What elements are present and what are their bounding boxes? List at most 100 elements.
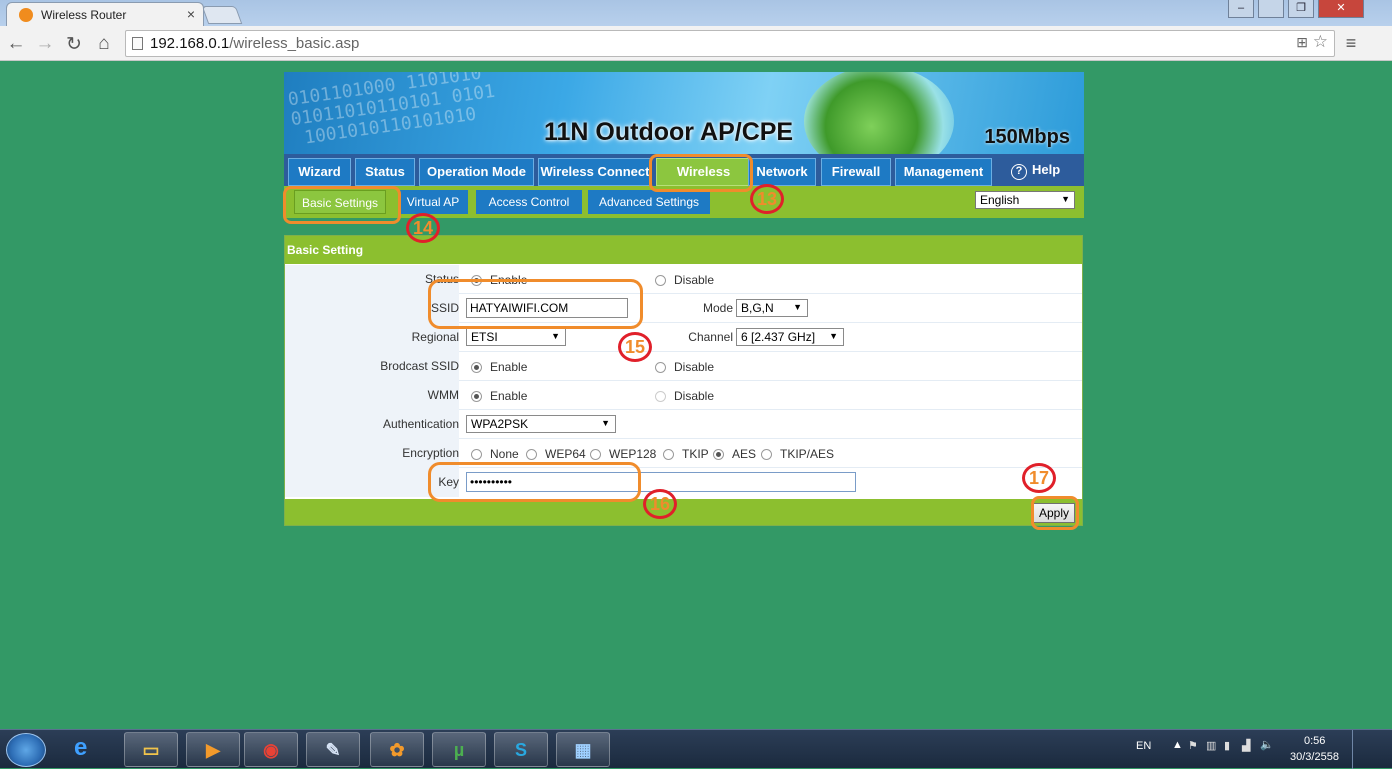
forward-arrow-icon[interactable]: → bbox=[34, 33, 56, 55]
skype-icon[interactable]: S bbox=[494, 732, 548, 767]
dropdown-arrow-icon: ▼ bbox=[601, 418, 610, 428]
language-indicator[interactable]: EN bbox=[1136, 740, 1151, 752]
flag-icon[interactable]: ⚑ bbox=[1188, 739, 1198, 752]
annotation-15: 15 bbox=[618, 332, 652, 362]
radio-icon[interactable] bbox=[663, 449, 674, 461]
translate-icon[interactable]: ⊞ bbox=[1296, 34, 1308, 51]
volume-icon[interactable]: 🔈 bbox=[1260, 738, 1274, 751]
globe-tree-image bbox=[804, 72, 954, 154]
internet-explorer-icon[interactable]: e bbox=[74, 734, 87, 762]
url-path: /wireless_basic.asp bbox=[229, 35, 360, 52]
tab-operation-mode[interactable]: Operation Mode bbox=[419, 158, 534, 186]
power-icon[interactable]: ▮ bbox=[1224, 739, 1230, 752]
subtab-virtual-ap[interactable]: Virtual AP bbox=[398, 190, 468, 214]
tab-network[interactable]: Network bbox=[748, 158, 816, 186]
chrome-icon[interactable]: ◉ bbox=[244, 732, 298, 767]
encryption-tkip-aes-option[interactable]: TKIP/AES bbox=[761, 447, 834, 461]
encryption-wep64-option[interactable]: WEP64 bbox=[526, 447, 586, 461]
start-button[interactable] bbox=[6, 733, 46, 767]
network-alert-icon[interactable]: ▟ bbox=[1242, 739, 1250, 752]
browser-tab[interactable]: Wireless Router × bbox=[6, 2, 204, 26]
wmm-label: WMM bbox=[285, 381, 459, 410]
clock-time[interactable]: 0:56 bbox=[1304, 735, 1325, 747]
option-label: Disable bbox=[674, 389, 715, 403]
radio-icon[interactable] bbox=[655, 275, 666, 287]
annotation-13: 13 bbox=[750, 184, 784, 214]
language-select[interactable]: English ▼ bbox=[975, 191, 1075, 209]
status-disable-option[interactable]: Disable bbox=[655, 273, 714, 287]
mode-select[interactable]: B,G,N ▼ bbox=[736, 299, 808, 317]
broadcast-disable-option[interactable]: Disable bbox=[655, 360, 714, 374]
reload-icon[interactable]: ↻ bbox=[63, 33, 85, 56]
dropdown-arrow-icon: ▼ bbox=[551, 331, 560, 341]
tray-expand-icon[interactable]: ▲ bbox=[1172, 739, 1183, 751]
tab-wireless-connect[interactable]: Wireless Connect bbox=[538, 158, 652, 186]
control-panel-icon[interactable]: ▦ bbox=[556, 732, 610, 767]
restore-button[interactable] bbox=[1258, 0, 1284, 18]
tab-close-icon[interactable]: × bbox=[187, 6, 195, 22]
back-arrow-icon[interactable]: ← bbox=[5, 33, 27, 55]
option-label: None bbox=[490, 447, 519, 461]
wmm-enable-option[interactable]: Enable bbox=[471, 389, 527, 403]
section-title: Basic Setting bbox=[285, 236, 1082, 264]
help-link[interactable]: ? Help bbox=[1011, 162, 1060, 180]
radio-icon[interactable] bbox=[590, 449, 601, 461]
encryption-wep128-option[interactable]: WEP128 bbox=[590, 447, 656, 461]
uc-browser-icon[interactable]: ✿ bbox=[370, 732, 424, 767]
tab-status[interactable]: Status bbox=[355, 158, 415, 186]
regional-select[interactable]: ETSI ▼ bbox=[466, 328, 566, 346]
radio-icon[interactable] bbox=[761, 449, 772, 461]
subtab-access-control[interactable]: Access Control bbox=[476, 190, 582, 214]
option-label: Enable bbox=[490, 360, 528, 374]
wmm-disable-option[interactable]: Disable bbox=[655, 389, 714, 403]
authentication-select[interactable]: WPA2PSK ▼ bbox=[466, 415, 616, 433]
radio-icon[interactable] bbox=[471, 449, 482, 461]
broadcast-ssid-label: Brodcast SSID bbox=[285, 352, 459, 381]
utorrent-icon[interactable]: µ bbox=[432, 732, 486, 767]
encryption-tkip-option[interactable]: TKIP bbox=[663, 447, 709, 461]
option-label: Disable bbox=[674, 360, 715, 374]
regional-value: ETSI bbox=[471, 330, 498, 344]
system-tray: EN ▲ ⚑ ▥ ▮ ▟ 🔈 0:56 30/3/2558 bbox=[1130, 730, 1392, 769]
product-title: 11N Outdoor AP/CPE bbox=[544, 118, 794, 146]
minimize-button[interactable]: – bbox=[1228, 0, 1254, 18]
bookmark-star-icon[interactable]: ☆ bbox=[1313, 32, 1328, 52]
binary-decoration: 0101101000 1101010 01011010110101 0101 1… bbox=[286, 72, 497, 151]
option-label: Enable bbox=[490, 389, 528, 403]
regional-row: Regional ETSI ▼ Channel 6 [2.437 GHz] ▼ bbox=[285, 323, 1082, 352]
media-player-icon[interactable]: ▶ bbox=[186, 732, 240, 767]
browser-title-bar: Wireless Router × – ❐ ✕ bbox=[0, 0, 1392, 26]
address-bar[interactable]: 192.168.0.1/wireless_basic.asp ⊞ ☆ bbox=[125, 30, 1335, 57]
file-explorer-icon[interactable]: ▭ bbox=[124, 732, 178, 767]
new-tab-button[interactable] bbox=[201, 6, 243, 24]
channel-select[interactable]: 6 [2.437 GHz] ▼ bbox=[736, 328, 844, 346]
broadcast-enable-option[interactable]: Enable bbox=[471, 360, 527, 374]
radio-icon[interactable] bbox=[471, 391, 482, 403]
option-label: TKIP bbox=[682, 447, 709, 461]
maximize-button[interactable]: ❐ bbox=[1288, 0, 1314, 18]
tab-firewall[interactable]: Firewall bbox=[821, 158, 891, 186]
highlight-wireless-tab bbox=[649, 154, 753, 192]
radio-icon[interactable] bbox=[655, 391, 666, 403]
tab-wizard[interactable]: Wizard bbox=[288, 158, 351, 186]
radio-icon[interactable] bbox=[526, 449, 537, 461]
encryption-aes-option[interactable]: AES bbox=[713, 447, 756, 461]
highlight-ssid bbox=[428, 279, 643, 329]
clock-date[interactable]: 30/3/2558 bbox=[1290, 751, 1339, 763]
network-icon[interactable]: ▥ bbox=[1206, 739, 1216, 752]
menu-icon[interactable]: ≡ bbox=[1340, 33, 1362, 54]
tab-management[interactable]: Management bbox=[895, 158, 992, 186]
show-desktop-button[interactable] bbox=[1352, 730, 1362, 769]
home-icon[interactable]: ⌂ bbox=[93, 33, 115, 55]
subtab-advanced-settings[interactable]: Advanced Settings bbox=[588, 190, 710, 214]
radio-icon[interactable] bbox=[713, 449, 724, 461]
highlight-apply bbox=[1031, 496, 1079, 530]
close-window-button[interactable]: ✕ bbox=[1318, 0, 1364, 18]
dropdown-arrow-icon: ▼ bbox=[829, 331, 838, 341]
radio-icon[interactable] bbox=[655, 362, 666, 374]
radio-icon[interactable] bbox=[471, 362, 482, 374]
option-label: WEP128 bbox=[609, 447, 657, 461]
encryption-none-option[interactable]: None bbox=[471, 447, 519, 461]
authentication-value: WPA2PSK bbox=[471, 417, 529, 431]
paint-icon[interactable]: ✎ bbox=[306, 732, 360, 767]
